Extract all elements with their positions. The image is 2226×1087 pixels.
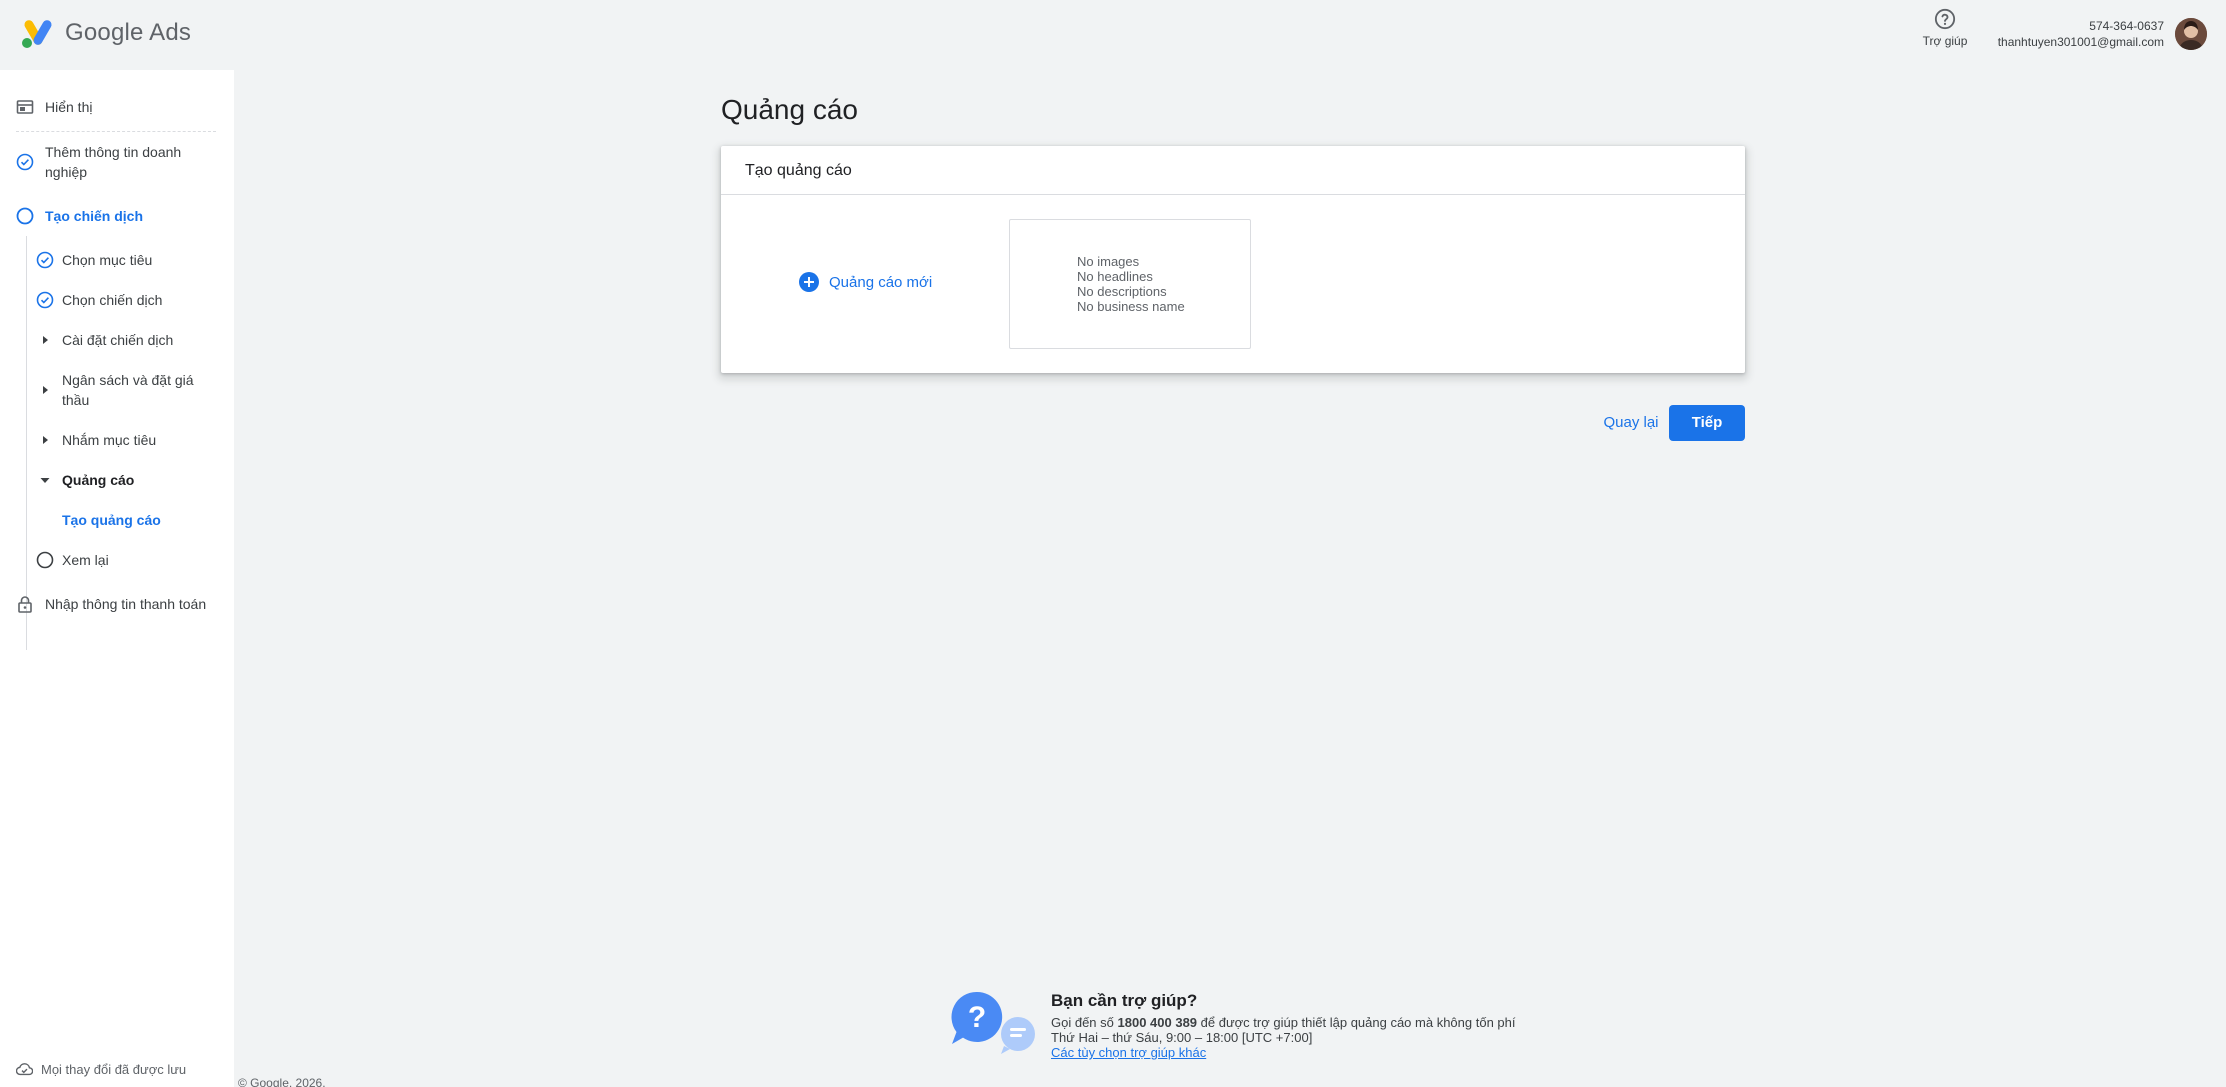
preview-line: No headlines xyxy=(1077,269,1153,284)
sidebar-item-review[interactable]: Xem lại xyxy=(36,550,109,570)
sidebar-item-choose-campaign[interactable]: Chọn chiến dịch xyxy=(36,290,162,310)
help-button[interactable]: Trợ giúp xyxy=(1915,8,1975,56)
card-title: Tạo quảng cáo xyxy=(721,146,1745,195)
help-title: Bạn cần trợ giúp? xyxy=(1051,991,1198,1010)
sidebar-item-choose-goal[interactable]: Chọn mục tiêu xyxy=(36,250,152,270)
sidebar-item-label: Quảng cáo xyxy=(62,472,135,488)
add-circle-icon xyxy=(799,272,819,292)
sidebar-item-label: Chọn mục tiêu xyxy=(62,252,153,268)
sidebar-item-label: Tạo chiến dịch xyxy=(45,208,144,224)
save-status: Mọi thay đổi đã được lưu xyxy=(16,1062,186,1077)
sidebar-item-create-campaign[interactable]: Tạo chiến dịch xyxy=(16,206,143,226)
caret-right-icon xyxy=(36,331,54,349)
help-phone-suffix: để được trợ giúp thiết lập quảng cáo mà … xyxy=(1197,1015,1516,1030)
page-title: Quảng cáo xyxy=(721,94,858,125)
preview-line: No images xyxy=(1077,254,1140,269)
back-button[interactable]: Quay lại xyxy=(1596,405,1666,441)
check-circle-icon xyxy=(36,251,54,269)
help-phone-number: 1800 400 389 xyxy=(1117,1015,1198,1030)
sidebar-item-billing[interactable]: Nhập thông tin thanh toán xyxy=(16,594,206,614)
sidebar-item-label: Nhắm mục tiêu xyxy=(62,432,157,448)
sidebar-item-create-ad[interactable]: Tạo quảng cáo xyxy=(62,510,161,530)
caret-down-icon xyxy=(36,471,54,489)
caret-right-icon xyxy=(36,381,54,399)
sidebar-item-label: Cài đặt chiến dịch xyxy=(62,332,174,348)
sidebar-item-label: Hiển thị xyxy=(45,99,93,115)
sidebar-divider xyxy=(16,131,216,132)
help-section: Bạn cần trợ giúp? Gọi đến số 1800 400 38… xyxy=(1051,991,1516,1060)
top-header: Google Ads Trợ giúp 574-364-0637 thanhtu… xyxy=(0,0,2226,70)
check-circle-icon xyxy=(36,291,54,309)
circle-icon xyxy=(16,207,34,225)
sidebar-item-label: Chọn chiến dịch xyxy=(62,292,163,308)
account-phone: 574-364-0637 xyxy=(2089,19,2164,33)
new-ad-button[interactable]: Quảng cáo mới xyxy=(799,272,932,292)
help-phone-prefix: Gọi đến số xyxy=(1051,1015,1118,1030)
create-ad-card: Tạo quảng cáo Quảng cáo mới No images No… xyxy=(721,146,1745,373)
sidebar-item-label: Nhập thông tin thanh toán xyxy=(45,596,207,612)
caret-right-icon xyxy=(36,431,54,449)
preview-line: No business name xyxy=(1077,299,1185,314)
account-info[interactable]: 574-364-0637 thanhtuyen301001@gmail.com xyxy=(1998,18,2164,50)
ad-preview[interactable]: No images No headlines No descriptions N… xyxy=(1009,219,1251,349)
next-button[interactable]: Tiếp xyxy=(1669,405,1745,441)
sidebar-item-targeting[interactable]: Nhắm mục tiêu xyxy=(36,430,156,450)
circle-icon xyxy=(36,551,54,569)
sidebar-item-budget-bidding[interactable]: Ngân sách và đặt giá thầu xyxy=(36,370,212,410)
sidebar-item-label: Xem lại xyxy=(62,552,109,568)
copyright: © Google, 2026. xyxy=(238,1076,326,1087)
cloud-done-icon xyxy=(16,1063,33,1076)
sidebar-item-ads[interactable]: Quảng cáo xyxy=(36,470,134,490)
avatar-image-icon xyxy=(2175,18,2207,50)
preview-line: No descriptions xyxy=(1077,284,1167,299)
help-phone-line: Gọi đến số 1800 400 389 để được trợ giúp… xyxy=(1051,1015,1516,1030)
help-hours: Thứ Hai – thứ Sáu, 9:00 – 18:00 [UTC +7:… xyxy=(1051,1030,1313,1045)
new-ad-label: Quảng cáo mới xyxy=(829,273,933,291)
sidebar-step-connector xyxy=(26,236,27,650)
sidebar-item-business-info[interactable]: Thêm thông tin doanh nghiệp xyxy=(16,142,226,182)
sidebar-item-label: Thêm thông tin doanh nghiệp xyxy=(45,144,182,180)
sidebar-item-label: Tạo quảng cáo xyxy=(62,512,161,528)
help-circle-icon xyxy=(1934,8,1956,30)
sidebar-navigation: Hiển thị Thêm thông tin doanh nghiệp Tạo… xyxy=(0,70,234,1087)
help-label: Trợ giúp xyxy=(1922,34,1968,48)
sidebar-item-label: Ngân sách và đặt giá thầu xyxy=(62,372,194,408)
other-help-options-link[interactable]: Các tùy chọn trợ giúp khác xyxy=(1051,1045,1516,1060)
avatar[interactable] xyxy=(2175,18,2207,50)
logo-text: Google Ads xyxy=(65,19,192,46)
display-icon xyxy=(16,100,34,114)
check-circle-icon xyxy=(16,153,34,171)
save-status-text: Mọi thay đổi đã được lưu xyxy=(41,1062,187,1077)
account-email: thanhtuyen301001@gmail.com xyxy=(1997,35,2164,49)
svg-text:?: ? xyxy=(968,1001,986,1034)
lock-icon xyxy=(18,596,32,613)
sidebar-item-campaign-settings[interactable]: Cài đặt chiến dịch xyxy=(36,330,173,350)
google-ads-logo-icon[interactable] xyxy=(20,18,56,50)
sidebar-item-display[interactable]: Hiển thị xyxy=(16,97,92,117)
help-chat-icon: ? xyxy=(951,991,1035,1054)
